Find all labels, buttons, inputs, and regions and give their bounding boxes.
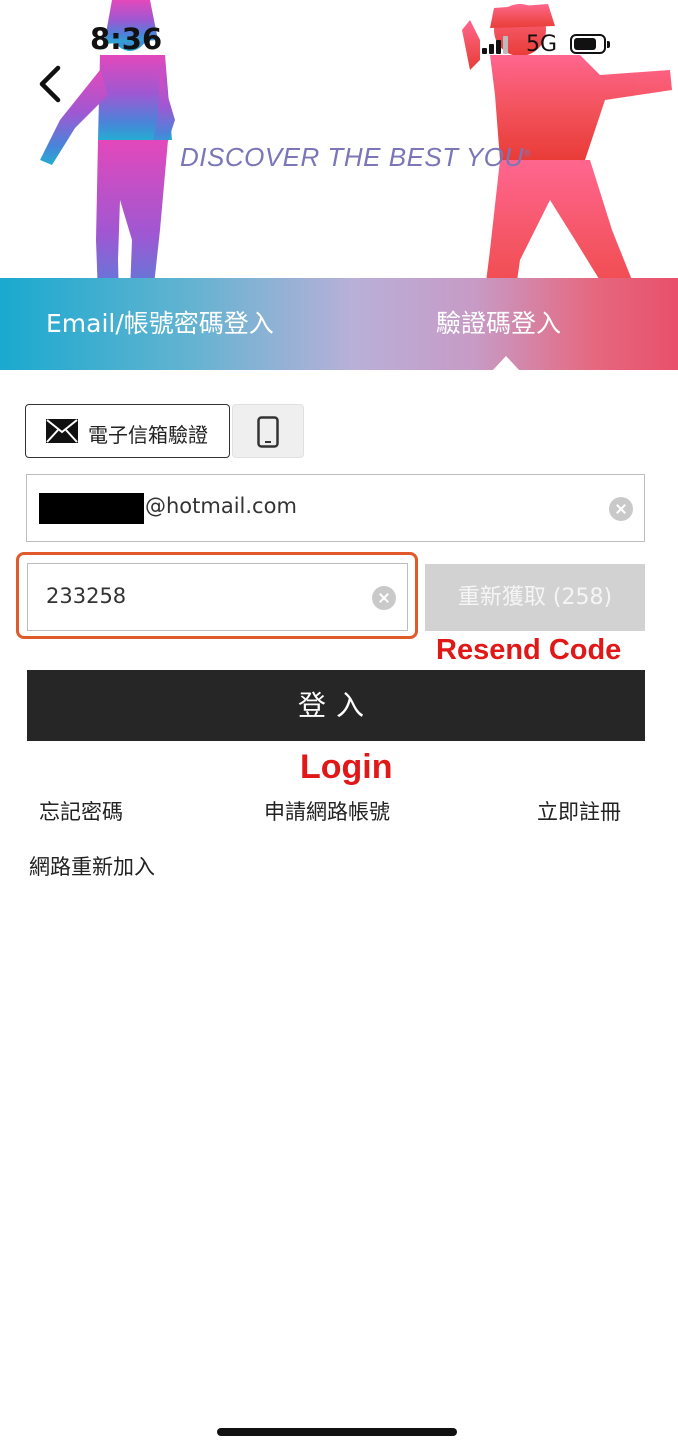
hero-tagline: DISCOVER THE BEST YOU®	[180, 142, 531, 172]
clear-email-icon[interactable]	[609, 497, 633, 521]
tab-email-password[interactable]: Email/帳號密碼登入	[46, 278, 274, 370]
forgot-password-link[interactable]: 忘記密碼	[39, 796, 123, 826]
phone-icon	[257, 416, 279, 448]
login-tab-bar: Email/帳號密碼登入 驗證碼登入	[0, 278, 678, 370]
login-annotation: Login	[300, 748, 393, 786]
phone-verify-option[interactable]	[232, 404, 304, 458]
battery-icon	[570, 34, 610, 54]
redacted-email-prefix	[39, 493, 144, 524]
email-field-value: @hotmail.com	[145, 494, 297, 518]
resend-code-annotation: Resend Code	[436, 634, 622, 666]
rejoin-link[interactable]: 網路重新加入	[29, 851, 155, 881]
email-verify-option[interactable]: 電子信箱驗證	[25, 404, 230, 458]
back-arrow-icon[interactable]	[34, 64, 70, 104]
login-button[interactable]: 登入	[27, 670, 645, 741]
envelope-icon	[46, 419, 78, 443]
clear-code-icon[interactable]	[372, 586, 396, 610]
email-field[interactable]: @hotmail.com	[26, 474, 645, 542]
status-time: 8:36	[90, 22, 163, 56]
resend-code-button[interactable]: 重新獲取 (258)	[425, 564, 645, 631]
home-indicator	[217, 1428, 457, 1436]
active-tab-indicator	[493, 356, 519, 370]
apply-account-link[interactable]: 申請網路帳號	[264, 796, 390, 826]
signal-icon	[482, 36, 510, 54]
network-label: 5G	[526, 32, 558, 57]
register-link[interactable]: 立即註冊	[537, 796, 621, 826]
email-verify-label: 電子信箱驗證	[88, 423, 208, 447]
verification-code-value: 233258	[46, 584, 127, 608]
verification-code-field[interactable]: 233258	[27, 563, 408, 631]
